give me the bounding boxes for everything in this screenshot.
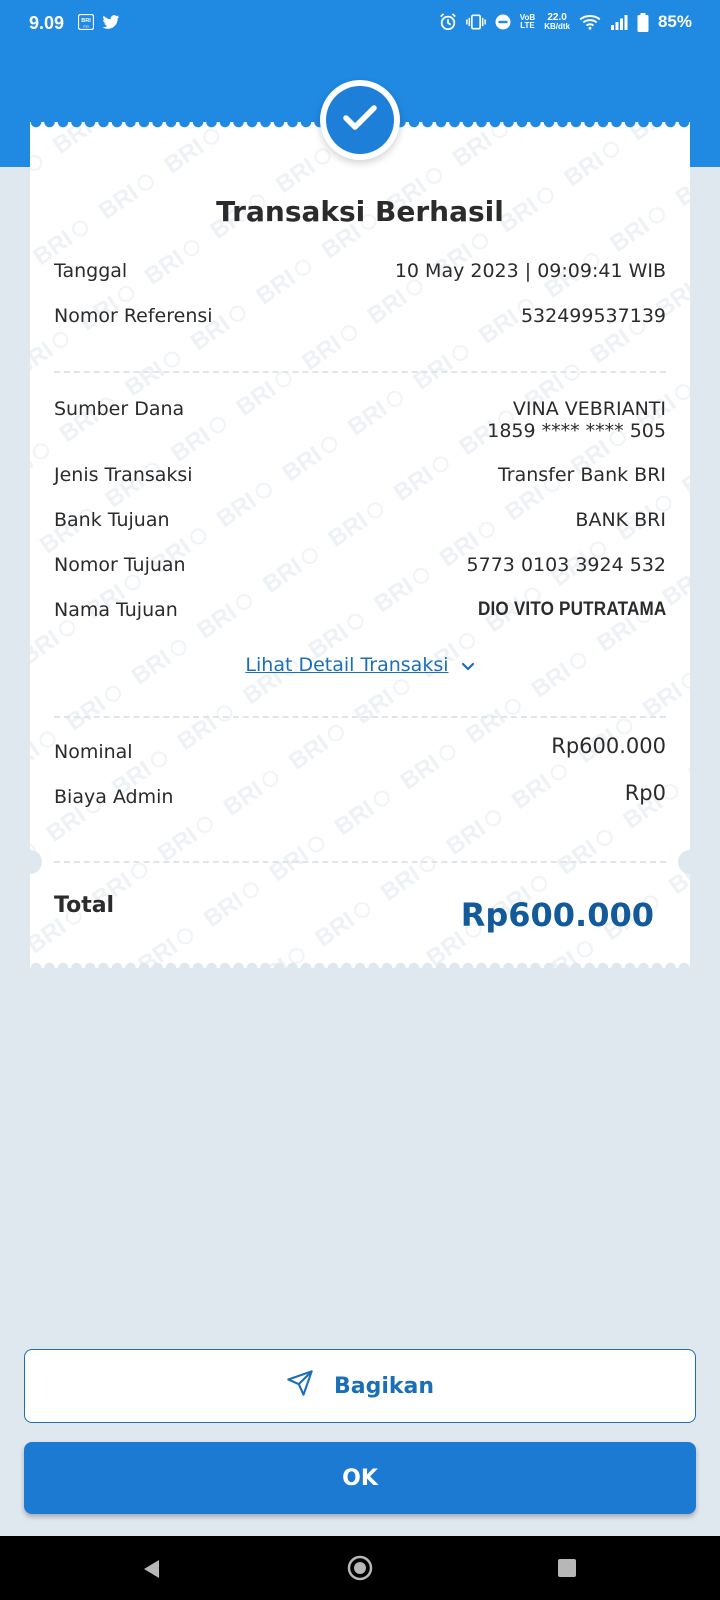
- share-button-label: Bagikan: [333, 1373, 435, 1399]
- vibrate-icon: [465, 14, 486, 30]
- system-navigation-bar: [0, 1536, 720, 1600]
- divider: [54, 716, 666, 718]
- receipt-notch-right: [678, 850, 702, 874]
- ok-button[interactable]: OK: [24, 1442, 696, 1514]
- sumber-dana-name: VINA VEBRIANTI: [512, 398, 666, 420]
- nomor-tujuan-label: Nomor Tujuan: [54, 554, 186, 576]
- detail-transaksi-link[interactable]: Lihat Detail Transaksi: [30, 654, 690, 677]
- checkmark-icon: [342, 103, 378, 137]
- page-title: Transaksi Berhasil: [216, 195, 504, 228]
- receipt-edge-bottom: [30, 962, 690, 974]
- success-badge: [320, 80, 400, 160]
- network-speed: 22.0 KB/dtk: [544, 12, 570, 31]
- dnd-icon: [495, 14, 511, 30]
- nama-tujuan-label: Nama Tujuan: [54, 599, 178, 621]
- detail-transaksi-label: Lihat Detail Transaksi: [245, 654, 449, 676]
- ok-button-label: OK: [342, 1465, 378, 1491]
- send-icon: [286, 1369, 314, 1403]
- jenis-transaksi-value: Transfer Bank BRI: [497, 464, 666, 486]
- sumber-dana-label: Sumber Dana: [54, 398, 185, 420]
- sumber-dana-account: 1859 **** **** 505: [487, 420, 666, 442]
- total-value: Rp600.000: [460, 896, 654, 934]
- watermark-pattern: BRI: [30, 122, 690, 968]
- bank-tujuan-label: Bank Tujuan: [54, 509, 170, 531]
- wifi-icon: [579, 14, 601, 30]
- bri-app-icon: BRI mo: [78, 14, 94, 30]
- status-time: 9.09: [29, 13, 65, 33]
- chevron-down-icon: [461, 655, 475, 677]
- share-button[interactable]: Bagikan: [24, 1349, 696, 1423]
- biaya-admin-label: Biaya Admin: [54, 786, 174, 808]
- jenis-transaksi-label: Jenis Transaksi: [54, 464, 193, 486]
- battery-percentage: 85%: [657, 12, 692, 31]
- biaya-admin-value: Rp0: [624, 781, 666, 805]
- twitter-icon: [102, 14, 120, 30]
- battery-icon: [637, 12, 649, 32]
- home-icon[interactable]: [347, 1555, 373, 1585]
- alarm-icon: [439, 13, 457, 31]
- receipt-notch-left: [18, 850, 42, 874]
- divider: [54, 861, 666, 863]
- nominal-value: Rp600.000: [551, 734, 666, 758]
- status-bar: 9.09 BRI mo VoB LTE 22.0 KB/dtk 85%: [0, 0, 720, 48]
- receipt-card: BRI: [30, 122, 690, 968]
- signal-icon: [610, 14, 628, 30]
- sumber-dana-value: VINA VEBRIANTI 1859 **** **** 505: [487, 398, 666, 442]
- referensi-label: Nomor Referensi: [54, 305, 213, 327]
- tanggal-label: Tanggal: [54, 260, 128, 282]
- volte-indicator: VoB LTE: [519, 13, 536, 30]
- nominal-label: Nominal: [54, 741, 133, 763]
- back-icon[interactable]: [141, 1558, 161, 1584]
- recents-icon[interactable]: [557, 1558, 577, 1582]
- divider: [54, 371, 666, 373]
- total-label: Total: [54, 893, 115, 918]
- referensi-value: 532499537139: [520, 305, 666, 327]
- tanggal-value: 10 May 2023 | 09:09:41 WIB: [394, 260, 666, 282]
- nomor-tujuan-value: 5773 0103 3924 532: [466, 554, 666, 576]
- svg-text:mo: mo: [83, 24, 89, 29]
- bank-tujuan-value: BANK BRI: [575, 509, 666, 531]
- nama-tujuan-value: DIO VITO PUTRATAMA: [477, 599, 666, 620]
